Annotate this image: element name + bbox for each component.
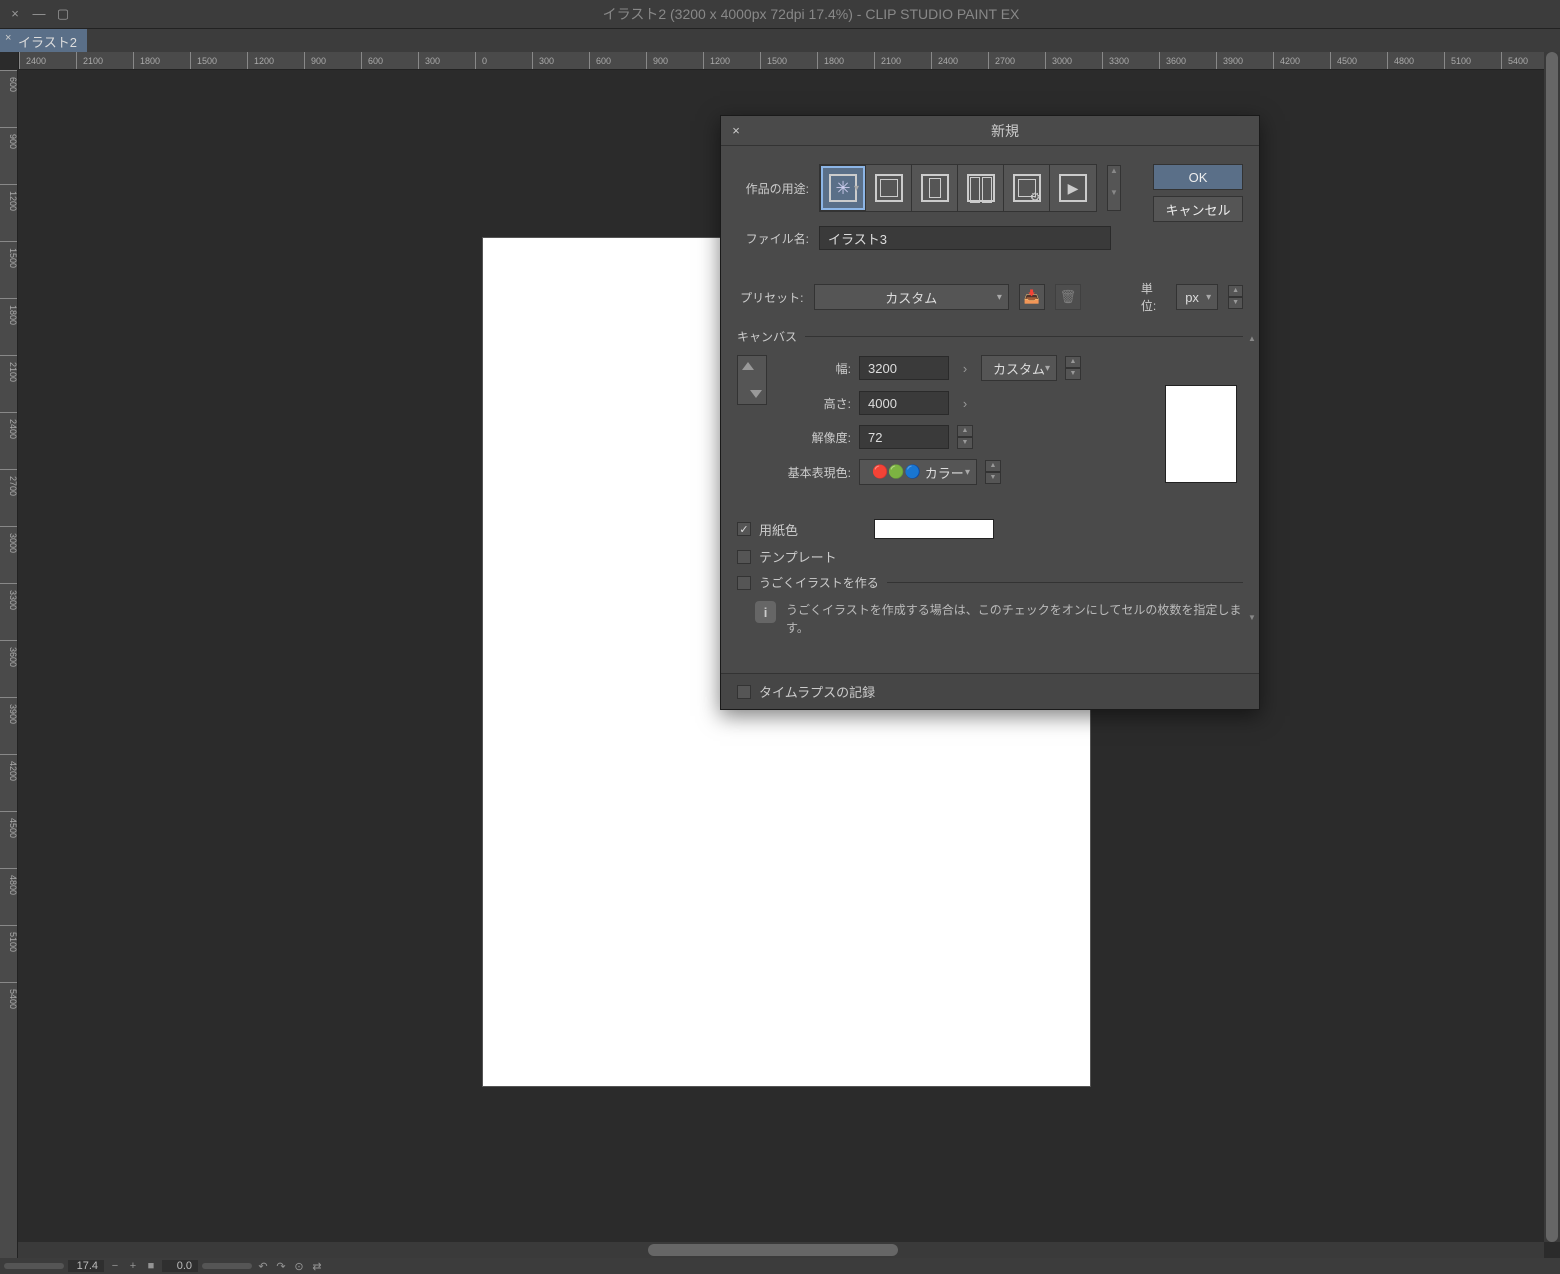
zoom-value[interactable]: 17.4 [68,1260,104,1272]
res-down[interactable]: ▼ [957,437,973,449]
dialog-scrollbar[interactable]: ▲▼ [1247,334,1257,623]
dialog-titlebar[interactable]: × 新規 [721,116,1259,146]
angle-value[interactable]: 0.0 [162,1260,198,1272]
zoom-in-icon[interactable]: + [126,1260,140,1272]
height-label: 高さ: [781,395,851,412]
titlebar: × — ▢ イラスト2 (3200 x 4000px 72dpi 17.4%) … [0,0,1560,28]
use-illustration-icon[interactable] [820,165,866,211]
template-checkbox[interactable] [737,550,751,564]
cancel-button[interactable]: キャンセル [1153,196,1243,222]
preset-save-icon[interactable]: 📥 [1019,284,1045,310]
unit-label: 単位: [1141,280,1166,314]
use-print-icon[interactable] [912,165,958,211]
zoom-slider[interactable] [4,1263,64,1269]
basic-color-dropdown[interactable]: 🔴🟢🔵 カラー [859,459,977,485]
document-tab[interactable]: イラスト2 [0,29,87,52]
rotate-ccw-icon[interactable]: ↶ [256,1260,270,1273]
size-preset-dropdown[interactable]: カスタム [981,355,1057,381]
use-scroll[interactable]: ▲▼ [1107,165,1121,211]
scrollbar-thumb-h[interactable] [648,1244,898,1256]
canvas-section-title: キャンバス [737,328,1243,345]
resolution-label: 解像度: [781,429,851,446]
rotate-reset-icon[interactable]: ⊙ [292,1260,306,1273]
height-link-icon[interactable]: › [957,396,973,411]
scrollbar-vertical[interactable] [1544,52,1560,1242]
template-label: テンプレート [759,547,837,566]
new-document-dialog: × 新規 OK キャンセル 作品の用途: ▲▼ ファイル名: [720,115,1260,710]
ruler-vertical: 6009001200150018002100240027003000330036… [0,70,18,1258]
window-controls: × — ▢ [8,6,70,22]
paper-color-checkbox[interactable] [737,522,751,536]
timelapse-label: タイムラプスの記録 [759,682,875,701]
ok-button[interactable]: OK [1153,164,1243,190]
sizepreset-down[interactable]: ▼ [1065,368,1081,380]
info-icon: i [755,601,776,623]
app-title: イラスト2 (3200 x 4000px 72dpi 17.4%) - CLIP… [70,4,1552,24]
use-settings-icon[interactable] [1004,165,1050,211]
scrollbar-horizontal[interactable] [18,1242,1544,1258]
width-input[interactable] [859,356,949,380]
color-down[interactable]: ▼ [985,472,1001,484]
filename-label: ファイル名: [737,230,809,247]
height-input[interactable] [859,391,949,415]
preset-label: プリセット: [737,289,804,306]
use-type-selector [819,164,1097,212]
width-link-icon[interactable]: › [957,361,973,376]
basic-color-label: 基本表現色: [781,464,851,481]
use-label: 作品の用途: [737,180,809,197]
ruler-horizontal: 2400210018001500120090060030003006009001… [18,52,1560,70]
res-up[interactable]: ▲ [957,425,973,437]
use-comic-icon[interactable] [866,165,912,211]
moving-illust-info: うごくイラストを作成する場合は、このチェックをオンにしてセルの枚数を指定します。 [786,601,1243,637]
scrollbar-thumb-v[interactable] [1546,52,1558,1242]
paper-color-swatch[interactable] [874,519,994,539]
preset-dropdown[interactable]: カスタム [814,284,1009,310]
dialog-title: 新規 [751,121,1259,141]
unit-down[interactable]: ▼ [1228,297,1243,309]
use-book-icon[interactable] [958,165,1004,211]
unit-dropdown[interactable]: px [1176,284,1218,310]
preset-delete-icon[interactable]: 🗑 [1055,284,1081,310]
close-icon[interactable]: × [8,6,22,22]
use-animation-icon[interactable] [1050,165,1096,211]
color-up[interactable]: ▲ [985,460,1001,472]
unit-up[interactable]: ▲ [1228,285,1243,297]
canvas-preview [1165,385,1237,483]
moving-illust-checkbox[interactable] [737,576,751,590]
rotate-cw-icon[interactable]: ↷ [274,1260,288,1273]
resolution-input[interactable] [859,425,949,449]
angle-slider[interactable] [202,1263,252,1269]
tab-bar: イラスト2 [0,28,1560,52]
width-label: 幅: [781,360,851,377]
timelapse-checkbox[interactable] [737,685,751,699]
close-icon[interactable]: × [721,123,751,138]
paper-color-label: 用紙色 [759,520,798,539]
filename-input[interactable] [819,226,1111,250]
moving-illust-label: うごくイラストを作る [759,574,879,591]
zoom-out-icon[interactable]: − [108,1260,122,1272]
swap-dimensions-button[interactable] [737,355,767,405]
flip-icon[interactable]: ⇄ [310,1260,324,1273]
minimize-icon[interactable]: — [32,6,46,22]
zoom-fit-icon[interactable]: ■ [144,1260,158,1272]
sizepreset-up[interactable]: ▲ [1065,356,1081,368]
maximize-icon[interactable]: ▢ [56,6,70,22]
status-bar: 17.4 − + ■ 0.0 ↶ ↷ ⊙ ⇄ [0,1258,1560,1274]
